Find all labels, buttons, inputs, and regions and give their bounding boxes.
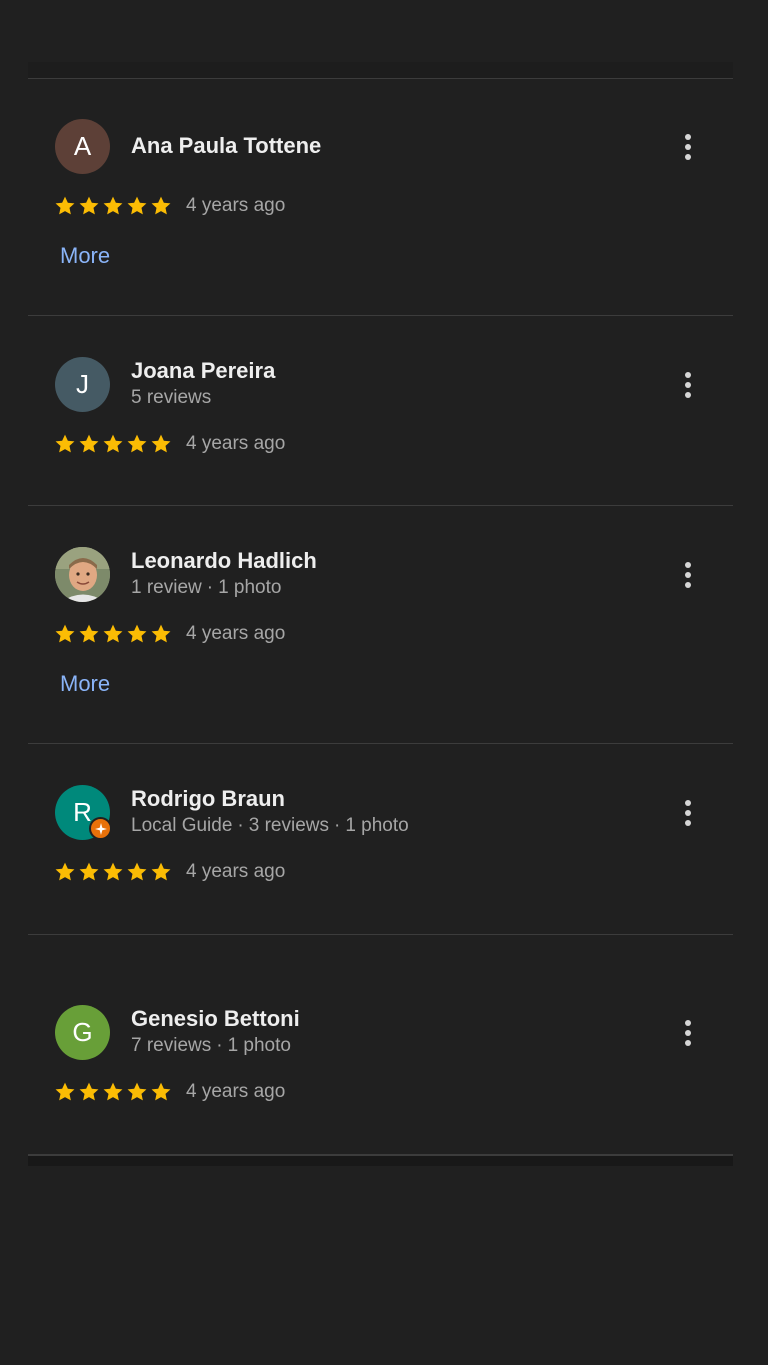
star-icon [151,624,171,643]
star-icon [151,862,171,881]
rating-row: 4 years ago [54,861,285,883]
star-icon [127,624,147,643]
meta-review-count: 1 review [131,577,202,598]
more-link[interactable]: More [60,671,110,697]
star-icon [79,862,99,881]
reviewer-name[interactable]: Leonardo Hadlich [131,548,317,574]
star-icon [127,862,147,881]
list-top-edge [28,62,733,79]
star-icon [55,434,75,453]
reviewer-name[interactable]: Ana Paula Tottene [131,133,321,159]
reviewer-meta: Local Guide · 3 reviews · 1 photo [131,815,409,836]
rating-row: 4 years ago [54,1081,285,1103]
meta-photo-count: 1 photo [227,1035,291,1056]
review-card: Leonardo Hadlich 1 review · 1 photo 4 year… [28,506,733,744]
star-rating [54,861,172,883]
more-vert-icon[interactable] [676,796,700,830]
star-icon [127,196,147,215]
review-card: G Genesio Bettoni 7 reviews · 1 photo 4 ye… [28,935,733,1155]
star-icon [79,1082,99,1101]
list-bottom-edge [28,1155,733,1166]
meta-local-guide: Local Guide [131,815,233,836]
review-age: 4 years ago [186,433,286,454]
reviewer-meta: 7 reviews · 1 photo [131,1035,291,1056]
meta-review-count: 3 reviews [248,815,329,836]
avatar-photo[interactable] [55,547,110,602]
star-icon [103,196,123,215]
reviewer-name[interactable]: Genesio Bettoni [131,1006,300,1032]
review-age: 4 years ago [186,195,286,216]
meta-photo-count: 1 photo [218,577,282,598]
rating-row: 4 years ago [54,195,285,217]
review-age: 4 years ago [186,1081,286,1102]
reviews-page: A Ana Paula Tottene 4 years ago More J J… [0,0,768,1365]
star-icon [55,196,75,215]
review-card: R Rodrigo Braun Local Guide · 3 reviews · 1 … [28,744,733,935]
review-card: A Ana Paula Tottene 4 years ago More [28,78,733,316]
star-icon [55,862,75,881]
review-age: 4 years ago [186,623,286,644]
star-icon [79,624,99,643]
profile-photo-icon [55,547,110,602]
more-vert-icon[interactable] [676,368,700,402]
star-rating [54,195,172,217]
star-icon [79,434,99,453]
star-rating [54,433,172,455]
reviewer-name[interactable]: Joana Pereira [131,358,275,384]
star-icon [103,434,123,453]
star-icon [151,196,171,215]
review-card: J Joana Pereira 5 reviews 4 years ago [28,316,733,506]
more-link[interactable]: More [60,243,110,269]
star-icon [127,1082,147,1101]
star-icon [55,624,75,643]
meta-photo-count: 1 photo [345,815,409,836]
reviewer-meta: 1 review · 1 photo [131,577,282,598]
star-icon [151,434,171,453]
reviews-list: A Ana Paula Tottene 4 years ago More J J… [28,78,733,1155]
more-vert-icon[interactable] [676,558,700,592]
rating-row: 4 years ago [54,433,285,455]
star-icon [127,434,147,453]
star-icon [103,624,123,643]
local-guide-badge-icon [89,817,112,840]
avatar[interactable]: A [55,119,110,174]
more-vert-icon[interactable] [676,1016,700,1050]
star-icon [151,1082,171,1101]
meta-review-count: 5 reviews [131,387,212,408]
star-rating [54,623,172,645]
rating-row: 4 years ago [54,623,285,645]
meta-review-count: 7 reviews [131,1035,212,1056]
star-icon [103,862,123,881]
reviewer-meta: 5 reviews [131,387,211,409]
star-rating [54,1081,172,1103]
avatar[interactable]: G [55,1005,110,1060]
reviewer-name[interactable]: Rodrigo Braun [131,786,285,812]
star-icon [79,196,99,215]
avatar[interactable]: J [55,357,110,412]
review-age: 4 years ago [186,861,286,882]
star-icon [103,1082,123,1101]
star-icon [55,1082,75,1101]
more-vert-icon[interactable] [676,130,700,164]
